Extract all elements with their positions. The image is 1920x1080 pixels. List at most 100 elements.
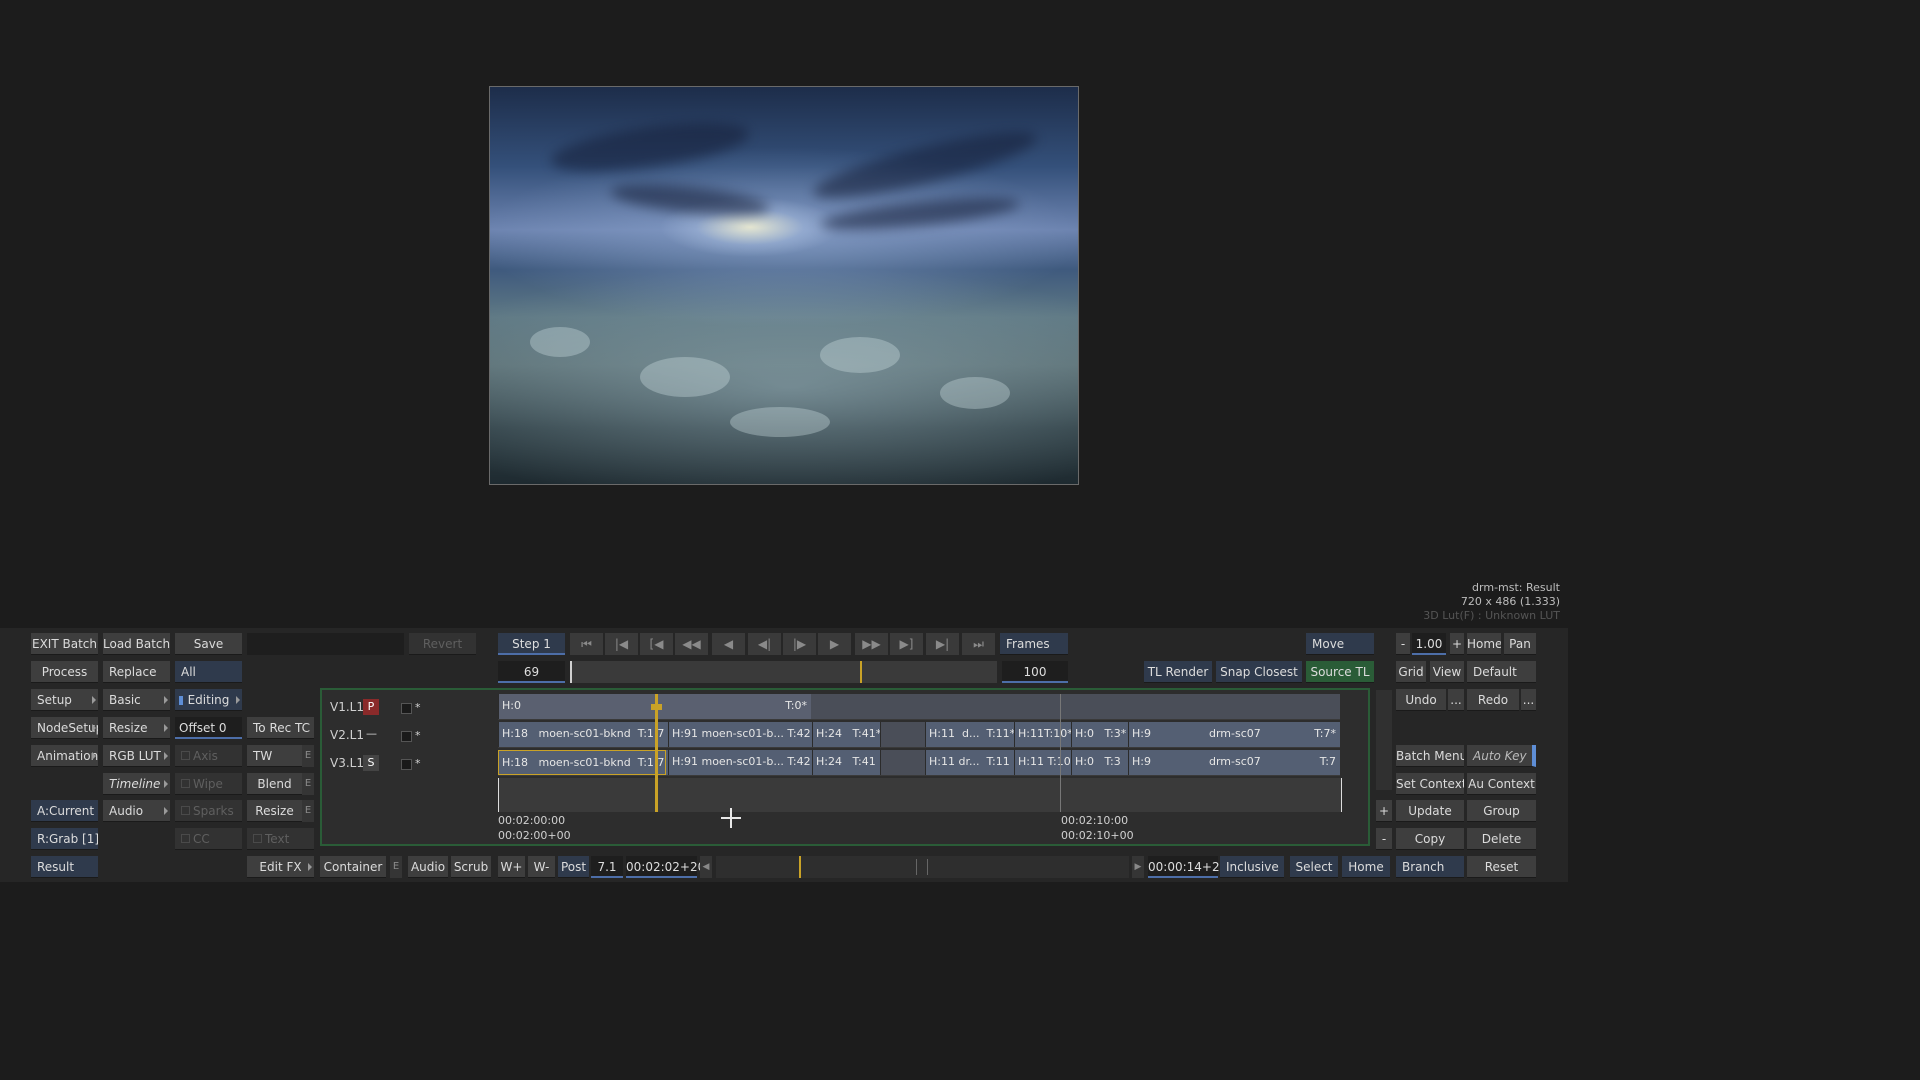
clip-selected[interactable]: H:18 moen-sc01-bknd T:1 7: [498, 750, 666, 775]
zoom-in-button[interactable]: +: [1450, 633, 1464, 655]
track-v3-checkbox[interactable]: [401, 759, 412, 770]
branch-button[interactable]: Branch: [1396, 856, 1464, 878]
go-to-end-icon[interactable]: ⏭: [962, 633, 995, 655]
result-button[interactable]: Result: [31, 856, 98, 878]
scrub-button[interactable]: Scrub: [451, 856, 491, 878]
replace-button[interactable]: Replace: [103, 661, 170, 683]
clip-gap[interactable]: [880, 750, 925, 775]
frames-button[interactable]: Frames: [1000, 633, 1068, 655]
wipe-button[interactable]: Wipe: [175, 773, 242, 795]
basic-menu[interactable]: Basic: [103, 689, 170, 711]
save-button[interactable]: Save: [175, 633, 242, 655]
track-label-v1[interactable]: V1.L1: [330, 700, 364, 714]
duration-field[interactable]: 00:00:14+23: [1148, 856, 1227, 878]
reset-button[interactable]: Reset: [1467, 856, 1536, 878]
batch-name-field[interactable]: [247, 633, 404, 655]
empty-track-area[interactable]: [498, 778, 1342, 812]
clip[interactable]: H:91 moen-sc01-b... T:42: [668, 722, 812, 747]
revert-button[interactable]: Revert: [409, 633, 476, 655]
clip[interactable]: H:24 T:41*: [812, 722, 880, 747]
inclusive-button[interactable]: Inclusive: [1220, 856, 1284, 878]
scrollbar-thumb-grip[interactable]: [916, 859, 928, 875]
text-button[interactable]: Text: [247, 828, 314, 850]
track-v1-checkbox[interactable]: [401, 703, 412, 714]
blend-edit-button[interactable]: E: [302, 773, 314, 795]
play-icon[interactable]: ▶: [818, 633, 851, 655]
track-label-v2[interactable]: V2.L1: [330, 728, 364, 742]
current-frame-field[interactable]: 69: [498, 661, 565, 683]
blend-button[interactable]: Blend: [247, 773, 302, 795]
step-field[interactable]: Step 1: [498, 633, 565, 655]
container-button[interactable]: Container: [320, 856, 386, 878]
track-v2-flag[interactable]: —: [366, 727, 377, 740]
offset-field[interactable]: Offset 0: [175, 717, 242, 739]
default-button[interactable]: Default: [1467, 661, 1536, 683]
au-context-button[interactable]: Au Context: [1467, 773, 1536, 795]
process-button[interactable]: Process: [31, 661, 98, 683]
timecode-field[interactable]: 00:02:02+20: [626, 856, 705, 878]
timeline-horizontal-scrollbar[interactable]: [716, 856, 1129, 878]
edit-fx-menu[interactable]: Edit FX: [247, 856, 314, 878]
fast-forward-icon[interactable]: ▶▶: [855, 633, 888, 655]
step-forward-frame-icon[interactable]: |▶: [783, 633, 816, 655]
set-context-button[interactable]: Set Context: [1396, 773, 1464, 795]
to-rec-tc-button[interactable]: To Rec TC: [247, 717, 314, 739]
rgb-lut-menu[interactable]: RGB LUT: [103, 745, 170, 767]
frame-scrub-bar[interactable]: [570, 661, 997, 683]
axis-button[interactable]: Axis: [175, 745, 242, 767]
timeline-vertical-scrollbar[interactable]: [1376, 690, 1392, 790]
track-v1-primary-flag[interactable]: P: [363, 699, 379, 715]
resize-menu[interactable]: Resize: [103, 717, 170, 739]
clip[interactable]: H:18 moen-sc01-bknd T:1 7: [498, 722, 666, 747]
update-button[interactable]: Update: [1396, 800, 1464, 822]
post-value-field[interactable]: 7.1: [591, 856, 623, 878]
view-button[interactable]: View: [1430, 661, 1464, 683]
zoom-field[interactable]: 1.00: [1412, 633, 1446, 655]
setup-menu[interactable]: Setup: [31, 689, 98, 711]
clip[interactable]: H:11 dr... T:11: [925, 750, 1014, 775]
select-button[interactable]: Select: [1290, 856, 1338, 878]
post-button[interactable]: Post: [558, 856, 589, 878]
home-button[interactable]: Home: [1342, 856, 1390, 878]
scroll-left-icon[interactable]: ◀: [700, 856, 712, 878]
end-frame-field[interactable]: 100: [1002, 661, 1068, 683]
go-to-start-icon[interactable]: ⏮: [570, 633, 603, 655]
all-button[interactable]: All: [175, 661, 242, 683]
copy-button[interactable]: Copy: [1396, 828, 1464, 850]
audio-button[interactable]: Audio: [408, 856, 448, 878]
sparks-button[interactable]: Sparks: [175, 800, 242, 822]
group-button[interactable]: Group: [1467, 800, 1536, 822]
snap-closest-button[interactable]: Snap Closest: [1216, 661, 1302, 683]
redo-list-button[interactable]: ...: [1521, 689, 1536, 711]
track-remove-button[interactable]: -: [1376, 828, 1392, 850]
redo-button[interactable]: Redo: [1467, 689, 1519, 711]
previous-edit-icon[interactable]: |◀: [605, 633, 638, 655]
home-view-button[interactable]: Home: [1467, 633, 1501, 655]
move-button[interactable]: Move: [1306, 633, 1374, 655]
zoom-out-button[interactable]: -: [1396, 633, 1410, 655]
result-viewer[interactable]: [489, 86, 1079, 485]
previous-mark-icon[interactable]: [◀: [640, 633, 673, 655]
animation-menu[interactable]: Animation: [31, 745, 98, 767]
track-add-button[interactable]: +: [1376, 800, 1392, 822]
clip-gap[interactable]: [880, 722, 925, 747]
clip[interactable]: H:11T:10*: [1014, 722, 1071, 747]
tl-render-button[interactable]: TL Render: [1144, 661, 1212, 683]
play-reverse-icon[interactable]: ◀|: [748, 633, 781, 655]
clip[interactable]: H:9 drm-sc07 T:7: [1128, 750, 1340, 775]
undo-list-button[interactable]: ...: [1448, 689, 1464, 711]
clip[interactable]: H:9 drm-sc07 T:7*: [1128, 722, 1340, 747]
r-grab-button[interactable]: R:Grab [1]: [31, 828, 98, 850]
next-edit-icon[interactable]: ▶|: [926, 633, 959, 655]
tw-edit-button[interactable]: E: [302, 745, 314, 767]
w-minus-button[interactable]: W-: [528, 856, 555, 878]
grid-button[interactable]: Grid: [1396, 661, 1426, 683]
step-back-icon[interactable]: ◀: [712, 633, 745, 655]
w-plus-button[interactable]: W+: [498, 856, 525, 878]
a-current-button[interactable]: A:Current: [31, 800, 98, 822]
clip[interactable]: H:91 moen-sc01-b... T:42: [668, 750, 812, 775]
clip[interactable]: H:11 d... T:11*: [925, 722, 1014, 747]
clip[interactable]: H:0 T:3*: [1071, 722, 1128, 747]
scrub-position-marker[interactable]: [860, 661, 862, 683]
clip[interactable]: H:11 T:10: [1014, 750, 1071, 775]
